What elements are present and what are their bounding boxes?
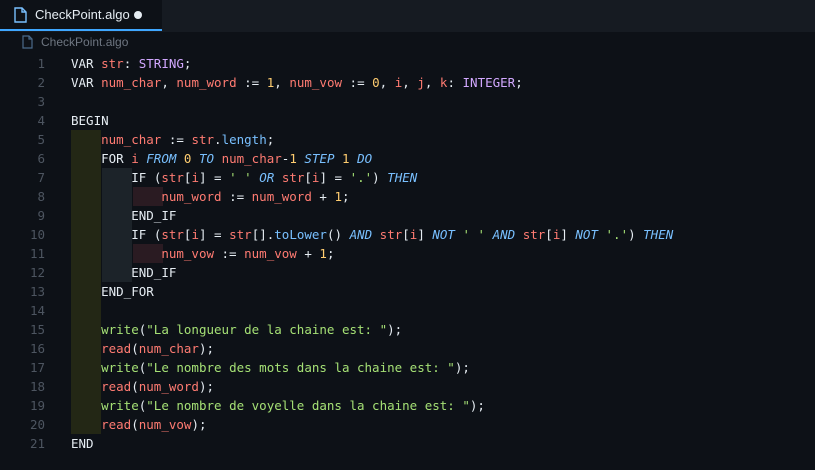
breadcrumb-file[interactable]: CheckPoint.algo (41, 35, 128, 49)
code-text: read(num_word); (101, 379, 215, 394)
code-line[interactable]: 8 num_word := num_word + 1; (0, 187, 815, 206)
line-number: 19 (29, 398, 45, 413)
code-text: num_char := str.length; (101, 132, 275, 147)
code-line[interactable]: 14 (0, 301, 815, 320)
code-text: FOR i FROM 0 TO num_char-1 STEP 1 DO (101, 151, 373, 166)
code-line[interactable]: 21 END (0, 434, 815, 453)
code-line[interactable]: 19 write("Le nombre de voyelle dans la c… (0, 396, 815, 415)
code-line[interactable]: 16 read(num_char); (0, 339, 815, 358)
code-text: num_word := num_word + 1; (161, 189, 350, 204)
line-number: 12 (29, 265, 45, 280)
code-line[interactable]: 18 read(num_word); (0, 377, 815, 396)
code-text: IF (str[i] = str[].toLower() AND str[i] … (131, 227, 674, 242)
line-number: 20 (29, 417, 45, 432)
line-number: 11 (29, 246, 45, 261)
code-text: read(num_vow); (101, 417, 207, 432)
code-text: END_FOR (101, 284, 154, 299)
code-text: read(num_char); (101, 341, 215, 356)
code-text: IF (str[i] = ' ' OR str[i] = '.') THEN (131, 170, 418, 185)
line-number: 8 (37, 189, 45, 204)
code-line[interactable]: 10 IF (str[i] = str[].toLower() AND str[… (0, 225, 815, 244)
line-number: 13 (29, 284, 45, 299)
line-number: 1 (37, 56, 45, 71)
file-icon (14, 7, 27, 23)
code-line[interactable]: 11 num_vow := num_vow + 1; (0, 244, 815, 263)
code-line[interactable]: 15 write("La longueur de la chaine est: … (0, 320, 815, 339)
line-number: 10 (29, 227, 45, 242)
code-line[interactable]: 5 num_char := str.length; (0, 130, 815, 149)
line-number: 18 (29, 379, 45, 394)
line-number: 14 (29, 303, 45, 318)
code-editor[interactable]: 1 VAR str: STRING; 2 VAR num_char, num_word… (0, 53, 815, 470)
code-line[interactable]: 9 END_IF (0, 206, 815, 225)
line-number: 3 (37, 94, 45, 109)
line-number: 21 (29, 436, 45, 451)
code-text: END_IF (131, 208, 177, 223)
code-text: write("La longueur de la chaine est: "); (101, 322, 403, 337)
line-number: 16 (29, 341, 45, 356)
line-number: 2 (37, 75, 45, 90)
breadcrumb: CheckPoint.algo (0, 32, 815, 52)
code-line[interactable]: 17 write("Le nombre des mots dans la cha… (0, 358, 815, 377)
code-text: END_IF (131, 265, 177, 280)
code-line[interactable]: 12 END_IF (0, 263, 815, 282)
unsaved-dot-icon[interactable] (134, 11, 142, 19)
code-text: BEGIN (71, 113, 109, 128)
code-line[interactable]: 6 FOR i FROM 0 TO num_char-1 STEP 1 DO (0, 149, 815, 168)
tab-bar: CheckPoint.algo (0, 0, 815, 33)
line-number: 9 (37, 208, 45, 223)
line-number: 7 (37, 170, 45, 185)
tab-checkpoint-algo[interactable]: CheckPoint.algo (0, 0, 162, 31)
line-number: 17 (29, 360, 45, 375)
line-number: 5 (37, 132, 45, 147)
code-text: write("Le nombre de voyelle dans la chai… (101, 398, 485, 413)
code-line[interactable]: 13 END_FOR (0, 282, 815, 301)
file-icon (22, 35, 33, 49)
code-text: num_vow := num_vow + 1; (161, 246, 335, 261)
code-text: write("Le nombre des mots dans la chaine… (101, 360, 470, 375)
code-text: VAR str: STRING; (71, 56, 192, 71)
code-text: VAR num_char, num_word := 1, num_vow := … (71, 75, 523, 90)
code-line[interactable]: 2 VAR num_char, num_word := 1, num_vow :=… (0, 73, 815, 92)
line-number: 15 (29, 322, 45, 337)
code-line[interactable]: 3 (0, 92, 815, 111)
code-line[interactable]: 4 BEGIN (0, 111, 815, 130)
line-number: 6 (37, 151, 45, 166)
code-line[interactable]: 7 IF (str[i] = ' ' OR str[i] = '.') THEN (0, 168, 815, 187)
line-number: 4 (37, 113, 45, 128)
code-text: END (71, 436, 94, 451)
code-line[interactable]: 20 read(num_vow); (0, 415, 815, 434)
indent-guide (71, 301, 101, 320)
code-line[interactable]: 1 VAR str: STRING; (0, 54, 815, 73)
tab-label: CheckPoint.algo (35, 7, 130, 22)
